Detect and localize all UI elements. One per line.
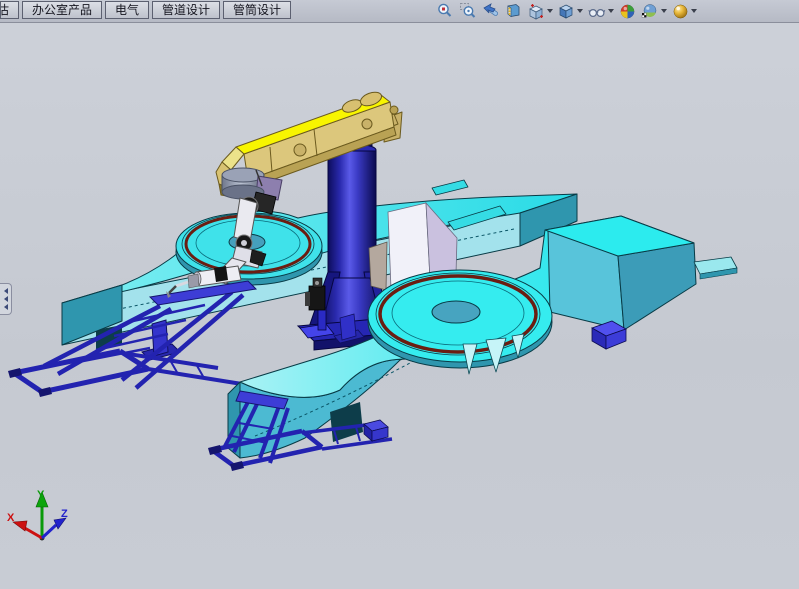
triad-x-label: X [7,512,15,524]
panel-collapse-handle[interactable] [0,283,12,315]
view-settings-dropdown-arrow[interactable] [691,9,697,13]
previous-view-icon[interactable] [482,2,500,21]
section-view-icon[interactable] [505,2,523,21]
tab-office-products[interactable]: 办公室产品 [22,1,102,19]
tab-tubing-design[interactable]: 管筒设计 [223,1,291,19]
triad-z-label: Z [61,508,68,520]
zoom-to-area-icon[interactable] [459,2,477,21]
graphics-area[interactable]: Y X Z [0,0,799,589]
collapse-arrow-icon [4,304,8,310]
apply-scene-dropdown-arrow[interactable] [661,9,667,13]
tab-piping-design[interactable]: 管道设计 [152,1,220,19]
display-style-icon[interactable] [558,2,583,21]
rotary-ring-front[interactable] [368,270,552,368]
collapse-arrow-icon [4,296,8,302]
edit-appearance-icon[interactable] [619,2,636,21]
view-orientation-dropdown-arrow[interactable] [547,9,553,13]
apply-scene-icon[interactable] [641,2,667,21]
triad-y-label: Y [37,489,45,501]
tab-electrical[interactable]: 电气 [105,1,149,19]
view-settings-icon[interactable] [672,2,697,21]
view-orientation-icon[interactable] [528,2,553,21]
tab-evaluate-partial[interactable]: 估 [0,1,19,19]
hide-show-items-icon[interactable] [588,2,614,21]
display-style-dropdown-arrow[interactable] [577,9,583,13]
hide-show-items-dropdown-arrow[interactable] [608,9,614,13]
heads-up-view-toolbar [436,1,697,21]
collapse-arrow-icon [4,288,8,294]
cad-application-window: Y X Z 估 办公室产品 电气 管道设计 管筒设计 [0,0,799,589]
zoom-to-fit-icon[interactable] [436,2,454,21]
